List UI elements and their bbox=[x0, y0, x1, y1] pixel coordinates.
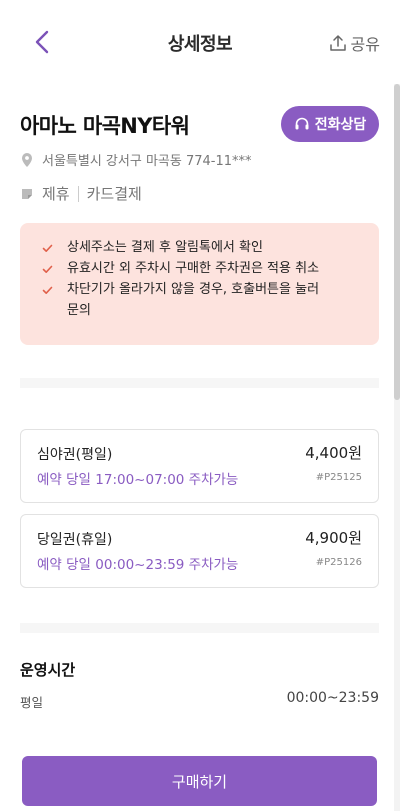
ticket-time: 예약 당일 00:00~23:59 주차가능 bbox=[37, 557, 239, 573]
top-bar: 상세정보 공유 bbox=[0, 0, 400, 84]
notice-item: 상세주소는 결제 후 알림톡에서 확인 bbox=[42, 237, 365, 258]
ticket-code: #P25126 bbox=[315, 557, 362, 568]
phone-consult-label: 전화상담 bbox=[314, 117, 367, 133]
ticket-name: 심야권(평일) bbox=[37, 447, 113, 463]
purchase-button[interactable]: 구매하기 bbox=[22, 756, 377, 806]
notice-text: 상세주소는 결제 후 알림톡에서 확인 bbox=[67, 240, 263, 255]
check-icon bbox=[42, 244, 53, 252]
ticket-price: 4,400원 bbox=[305, 444, 362, 462]
notice-text: 유효시간 외 주차시 구매한 주차권은 적용 취소 bbox=[67, 261, 320, 276]
share-button[interactable]: 공유 bbox=[329, 31, 380, 55]
notice-box: 상세주소는 결제 후 알림톡에서 확인 유효시간 외 주차시 구매한 주차권은 … bbox=[20, 223, 379, 345]
tag-row: 제휴 카드결제 bbox=[20, 183, 142, 204]
notice-item: 차단기가 올라가지 않을 경우, 호출버튼을 눌러 문의 bbox=[42, 279, 365, 321]
section-divider bbox=[20, 623, 379, 633]
address-text: 서울특별시 강서구 마곡동 774-11*** bbox=[42, 154, 252, 169]
share-label: 공유 bbox=[350, 35, 380, 54]
ticket-card[interactable]: 당일권(휴일) 4,900원 예약 당일 00:00~23:59 주차가능 #P… bbox=[20, 514, 379, 588]
phone-consult-button[interactable]: 전화상담 bbox=[281, 106, 379, 142]
operating-hours-title: 운영시간 bbox=[20, 661, 76, 679]
operating-hours-time: 00:00~23:59 bbox=[286, 690, 379, 706]
ticket-price: 4,900원 bbox=[305, 529, 362, 547]
section-divider bbox=[20, 378, 379, 388]
place-name: 아마노 마곡NY타워 bbox=[20, 114, 190, 138]
ticket-time: 예약 당일 17:00~07:00 주차가능 bbox=[37, 472, 239, 488]
tag-divider bbox=[77, 185, 79, 202]
ticket-card[interactable]: 심야권(평일) 4,400원 예약 당일 17:00~07:00 주차가능 #P… bbox=[20, 429, 379, 503]
address-row: 서울특별시 강서구 마곡동 774-11*** bbox=[20, 150, 252, 169]
tag-partner: 제휴 bbox=[42, 185, 70, 203]
check-icon bbox=[42, 286, 53, 294]
location-pin-icon bbox=[22, 152, 32, 167]
notice-text: 차단기가 올라가지 않을 경우, 호출버튼을 눌러 문의 bbox=[67, 282, 320, 318]
ticket-name: 당일권(휴일) bbox=[37, 532, 113, 548]
share-icon bbox=[329, 35, 346, 51]
notice-item: 유효시간 외 주차시 구매한 주차권은 적용 취소 bbox=[42, 258, 365, 279]
tag-icon bbox=[22, 188, 32, 199]
operating-hours-day: 평일 bbox=[20, 695, 44, 710]
check-icon bbox=[42, 265, 53, 273]
tag-card-payment: 카드결제 bbox=[86, 185, 142, 203]
scrollbar-thumb[interactable] bbox=[394, 84, 400, 400]
ticket-code: #P25125 bbox=[315, 472, 362, 483]
headset-icon bbox=[295, 117, 309, 130]
